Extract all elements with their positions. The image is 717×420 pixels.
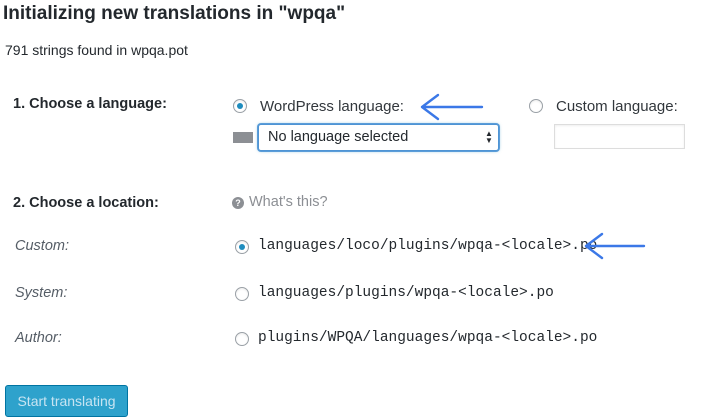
location-radio-custom[interactable] [235,240,249,254]
location-label-system: System: [15,285,68,301]
step-language-label: 1. Choose a language: [13,96,167,112]
language-select-value: No language selected [268,129,409,145]
wordpress-language-label: WordPress language: [260,98,404,115]
location-label-author: Author: [15,330,62,346]
custom-language-input[interactable] [554,124,685,149]
language-select[interactable]: No language selected ▲ ▼ [258,124,499,151]
custom-language-label: Custom language: [556,98,678,115]
page-title: Initializing new translations in "wpqa" [3,3,346,24]
location-label-custom: Custom: [15,238,69,254]
start-translating-button[interactable]: Start translating [5,385,128,417]
whats-this-link[interactable]: What's this? [249,194,328,210]
help-icon: ? [232,197,244,209]
wordpress-language-radio[interactable] [233,99,247,113]
location-path-system: languages/plugins/wpqa-<locale>.po [258,285,554,301]
flag-icon [233,132,253,143]
location-path-custom: languages/loco/plugins/wpqa-<locale>.po [258,238,598,254]
location-path-author: plugins/WPQA/languages/wpqa-<locale>.po [258,330,598,346]
step-location-label: 2. Choose a location: [13,195,159,211]
location-radio-author[interactable] [235,332,249,346]
strings-summary: 791 strings found in wpqa.pot [5,42,188,58]
arrow-icon [420,93,484,121]
location-radio-system[interactable] [235,287,249,301]
select-arrows-icon: ▲ ▼ [485,129,493,145]
custom-language-radio[interactable] [529,99,543,113]
arrow-icon [584,232,646,260]
